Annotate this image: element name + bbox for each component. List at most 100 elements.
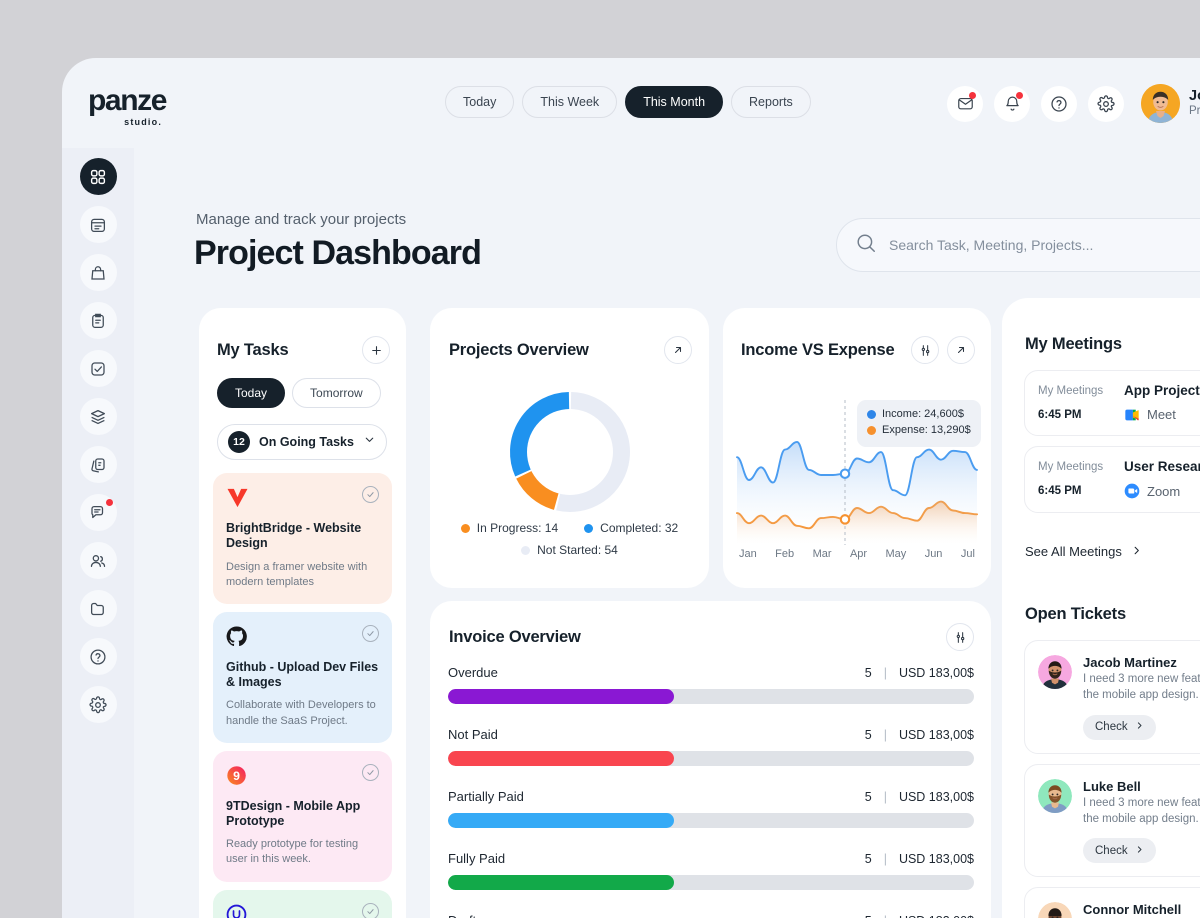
my-tasks-title: My Tasks — [217, 341, 288, 360]
task-day-tabs: TodayTomorrow — [217, 378, 381, 408]
projects-overview-title: Projects Overview — [449, 341, 589, 360]
task-complete-toggle[interactable] — [362, 625, 379, 642]
my-meetings-header: My Meetings — [1025, 330, 1200, 358]
invoice-progress-fill — [448, 813, 674, 828]
gear-icon — [89, 696, 107, 714]
ticket-card[interactable]: Luke Bell I need 3 more new features on … — [1024, 764, 1200, 878]
sidebar-item-lock[interactable] — [80, 254, 117, 291]
x-tick-label: Feb — [775, 548, 794, 560]
sidebar-item-people[interactable] — [80, 542, 117, 579]
tooltip-income-value: Income: 24,600$ — [882, 407, 964, 423]
task-description: Ready prototype for testing user in this… — [226, 837, 379, 867]
google-meet-icon — [1124, 408, 1140, 422]
sidebar-item-layers[interactable] — [80, 398, 117, 435]
task-complete-toggle[interactable] — [362, 764, 379, 781]
filter-icon[interactable] — [911, 336, 939, 364]
mail-icon[interactable] — [947, 86, 983, 122]
ticket-card[interactable]: Jacob Martinez I need 3 more new feature… — [1024, 640, 1200, 754]
invoice-overview-header: Invoice Overview — [449, 623, 974, 651]
task-complete-toggle[interactable] — [362, 903, 379, 918]
sidebar-item-chat[interactable] — [80, 494, 117, 531]
invoice-amount: USD 183,00$ — [899, 728, 974, 742]
expand-icon[interactable] — [947, 336, 975, 364]
chevron-right-icon — [1135, 845, 1144, 857]
task-card[interactable]: Horizon - Dashboard Design Design a dash… — [213, 890, 392, 918]
expand-icon[interactable] — [664, 336, 692, 364]
invoice-row: Draft 5 | USD 183,00$ — [448, 913, 974, 918]
task-tab-today[interactable]: Today — [217, 378, 285, 408]
invoice-amount: USD 183,00$ — [899, 914, 974, 918]
right-panel: My Meetings My Meetings App Project 6:45… — [1002, 298, 1200, 918]
task-description: Design a framer website with modern temp… — [226, 560, 379, 590]
income-expense-x-axis: JanFebMarAprMayJunJul — [723, 548, 991, 560]
ticket-card[interactable]: Connor Mitchell I need 3 more new featur… — [1024, 887, 1200, 918]
chat-icon — [89, 504, 107, 522]
period-tab-this-month[interactable]: This Month — [625, 86, 723, 118]
brand-logo[interactable]: panze studio. — [88, 86, 166, 127]
search-bar[interactable] — [836, 218, 1200, 272]
sidebar-item-clipboard[interactable] — [80, 302, 117, 339]
x-tick-label: Mar — [813, 548, 832, 560]
meeting-platform-label: Meet — [1147, 407, 1176, 422]
invoice-rows: Overdue 5 | USD 183,00$ Not Paid 5 | USD… — [448, 665, 974, 918]
meeting-name: App Project — [1124, 383, 1200, 398]
open-tickets-title: Open Tickets — [1025, 605, 1126, 624]
period-tab-today[interactable]: Today — [445, 86, 514, 118]
bell-icon[interactable] — [994, 86, 1030, 122]
invoice-amount: USD 183,00$ — [899, 666, 974, 680]
legend-label: Not Started: 54 — [537, 543, 618, 557]
x-tick-label: May — [885, 548, 906, 560]
invoice-row: Partially Paid 5 | USD 183,00$ — [448, 789, 974, 828]
invoice-separator: | — [884, 728, 887, 742]
area-fill-income — [737, 442, 977, 545]
invoice-status-label: Fully Paid — [448, 851, 505, 866]
income-expense-card: Income VS Expense Income: 24,600$ — [723, 308, 991, 588]
search-input[interactable] — [889, 237, 1200, 253]
task-title: 9TDesign - Mobile App Prototype — [226, 799, 379, 830]
brand-tagline: studio. — [88, 117, 166, 127]
task-card[interactable]: BrightBridge - Website Design Design a f… — [213, 473, 392, 604]
ongoing-tasks-dropdown[interactable]: 12 On Going Tasks — [217, 424, 387, 460]
sidebar-item-help[interactable] — [80, 638, 117, 675]
check-ticket-label: Check — [1095, 721, 1128, 733]
sidebar-item-cards[interactable] — [80, 446, 117, 483]
legend-item: In Progress: 14 — [461, 521, 558, 535]
people-icon — [89, 552, 107, 570]
see-all-meetings-link[interactable]: See All Meetings — [1025, 544, 1142, 559]
help-icon — [89, 648, 107, 666]
donut-hole — [527, 409, 613, 495]
invoice-overview-card: Invoice Overview Overdue 5 | USD 183,00$… — [430, 601, 991, 918]
sidebar-item-calendar[interactable] — [80, 206, 117, 243]
layers-icon — [89, 408, 107, 426]
projects-donut-chart — [496, 378, 644, 526]
user-profile[interactable]: John Smi Project mana — [1141, 84, 1200, 123]
help-icon[interactable] — [1041, 86, 1077, 122]
task-tab-tomorrow[interactable]: Tomorrow — [292, 378, 381, 408]
ongoing-label: On Going Tasks — [259, 435, 354, 449]
profile-name: John Smi — [1189, 88, 1200, 105]
sidebar-item-checkbox[interactable] — [80, 350, 117, 387]
sidebar-item-grid[interactable] — [80, 158, 117, 195]
filter-icon[interactable] — [946, 623, 974, 651]
gear-icon[interactable] — [1088, 86, 1124, 122]
chevron-right-icon — [1131, 544, 1142, 559]
chart-tooltip: Income: 24,600$ Expense: 13,290$ — [857, 400, 981, 447]
task-card[interactable]: 9 9TDesign - Mobile App Prototype Ready … — [213, 751, 392, 882]
check-ticket-button[interactable]: Check — [1083, 715, 1156, 740]
period-tab-reports[interactable]: Reports — [731, 86, 811, 118]
cards-icon — [89, 456, 107, 474]
task-complete-toggle[interactable] — [362, 486, 379, 503]
sidebar-item-gear[interactable] — [80, 686, 117, 723]
sidebar-item-folder[interactable] — [80, 590, 117, 627]
check-ticket-button[interactable]: Check — [1083, 838, 1156, 863]
meeting-card[interactable]: My Meetings App Project 6:45 PM Meet — [1024, 370, 1200, 436]
x-tick-label: Apr — [850, 548, 867, 560]
top-header-bar: panze studio. TodayThis WeekThis MonthRe… — [62, 58, 1200, 148]
meeting-card[interactable]: My Meetings User Research 6:45 PM Zoom — [1024, 446, 1200, 513]
invoice-progress-track — [448, 813, 974, 828]
my-tasks-card: My Tasks TodayTomorrow 12 On Going Tasks… — [199, 308, 406, 918]
legend-item: Not Started: 54 — [521, 543, 618, 557]
add-task-button[interactable] — [362, 336, 390, 364]
task-card[interactable]: Github - Upload Dev Files & Images Colla… — [213, 612, 392, 743]
period-tab-this-week[interactable]: This Week — [522, 86, 617, 118]
